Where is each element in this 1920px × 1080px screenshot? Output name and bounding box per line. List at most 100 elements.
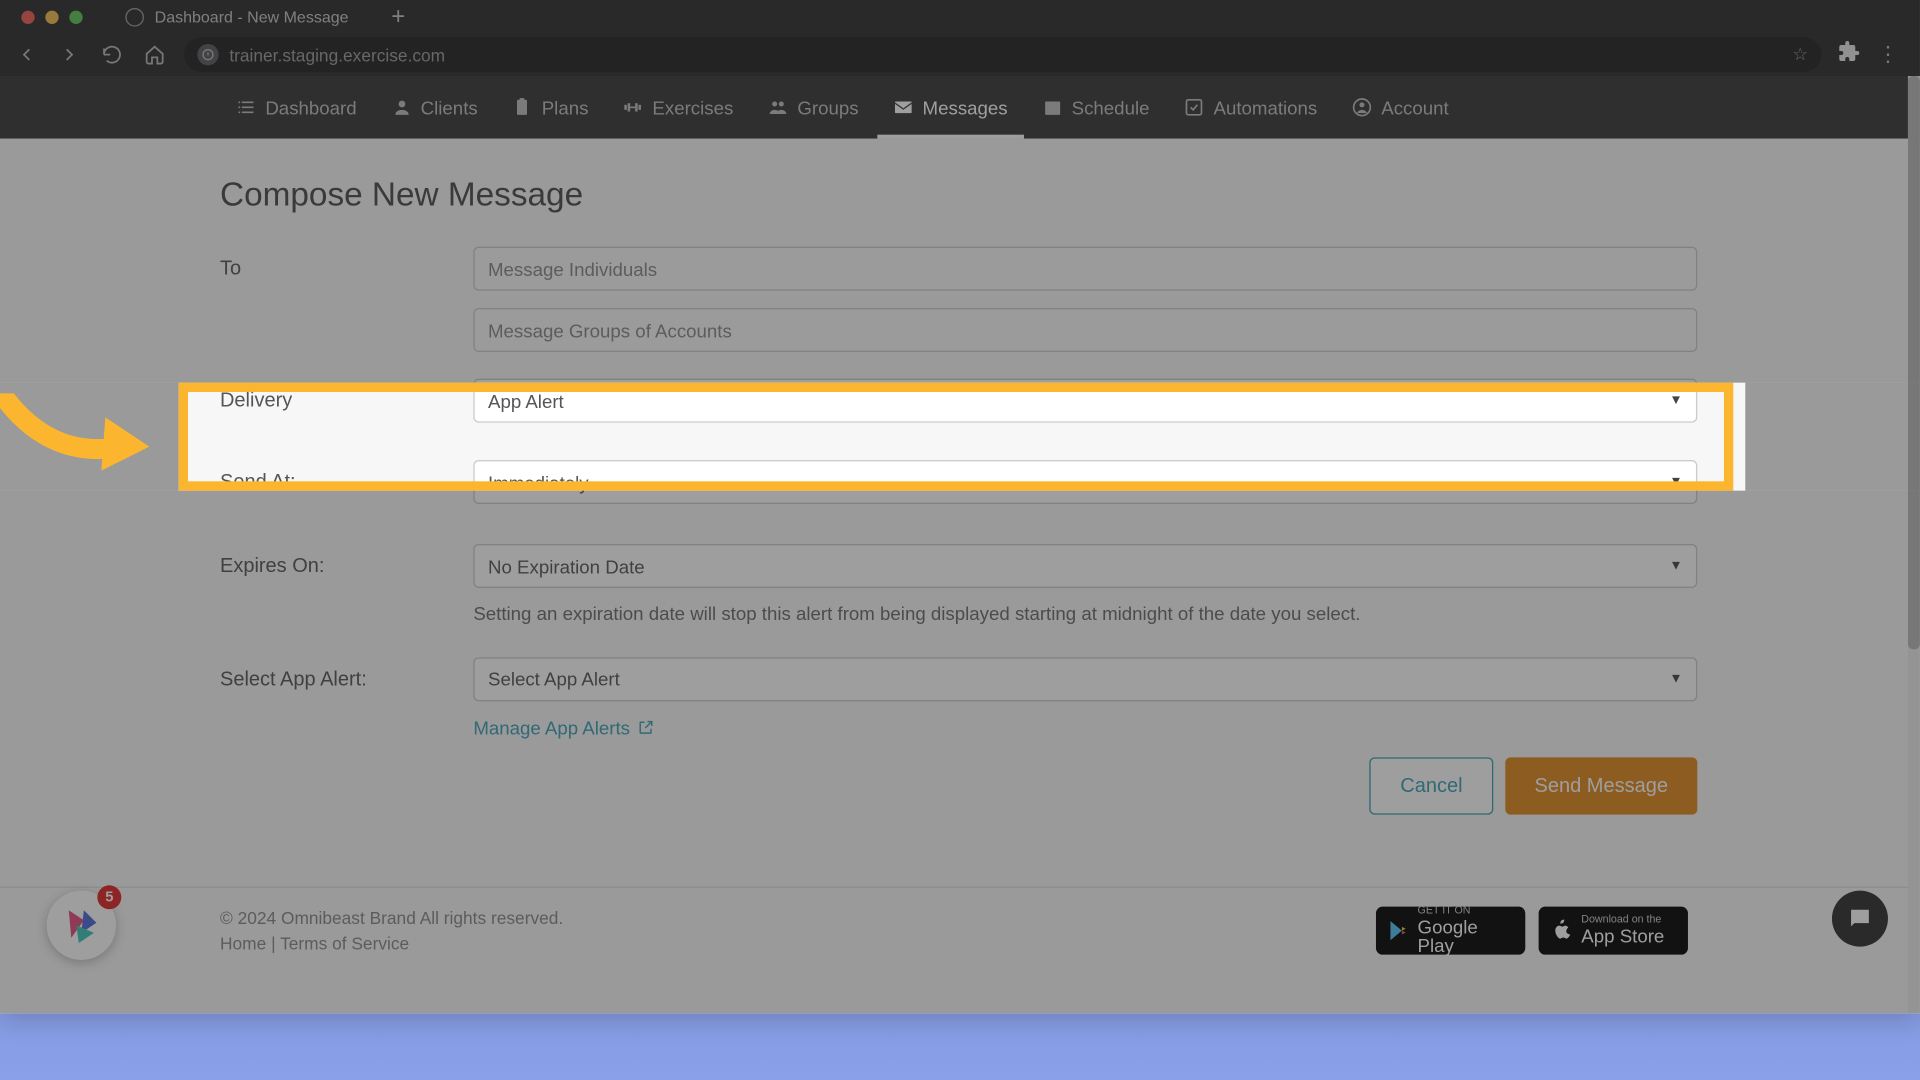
browser-tab[interactable]: Dashboard - New Message [107, 2, 368, 31]
calendar-icon [1042, 97, 1062, 117]
label-expires: Expires On: [220, 544, 473, 577]
swirl-icon [59, 903, 104, 948]
globe-icon [125, 7, 144, 26]
url-text: trainer.staging.exercise.com [229, 45, 445, 65]
clipboard-icon [512, 97, 532, 117]
app-alert-value: Select App Alert [488, 668, 620, 689]
home-button[interactable] [141, 41, 168, 68]
nav-groups[interactable]: Groups [752, 76, 875, 139]
nav-label: Clients [421, 97, 478, 118]
footer: © 2024 Omnibeast Brand All rights reserv… [0, 887, 1908, 974]
nav-label: Schedule [1072, 97, 1150, 118]
row-send-at: Send At: Immediately ▼ [220, 460, 1697, 504]
nav-exercises[interactable]: Exercises [607, 76, 749, 139]
nav-label: Account [1381, 97, 1448, 118]
send-at-select[interactable]: Immediately ▼ [473, 460, 1697, 504]
link-text: Manage App Alerts [473, 717, 630, 738]
form-container: Compose New Message To Message Individua… [220, 139, 1697, 814]
label-to: To [220, 247, 473, 280]
browser-chrome: Dashboard - New Message + trainer.stagin… [0, 0, 1920, 76]
manage-alerts-link[interactable]: Manage App Alerts [473, 717, 654, 738]
nav-plans[interactable]: Plans [496, 76, 604, 139]
menu-icon[interactable]: ⋮ [1877, 41, 1898, 68]
nav-account[interactable]: Account [1336, 76, 1465, 139]
footer-tos-link[interactable]: Terms of Service [280, 933, 409, 953]
chevron-down-icon: ▼ [1669, 671, 1682, 686]
user-icon [391, 97, 411, 117]
expires-value: No Expiration Date [488, 555, 645, 576]
row-select-alert: Select App Alert: Select App Alert ▼ Man… [220, 657, 1697, 814]
badge-large-text: Google Play [1418, 917, 1515, 956]
site-info-icon [197, 44, 218, 65]
google-play-badge[interactable]: GET IT ON Google Play [1376, 907, 1525, 955]
close-window-button[interactable] [21, 10, 34, 23]
cancel-button[interactable]: Cancel [1370, 757, 1494, 814]
row-to: To Message Individuals Message Groups of… [220, 247, 1697, 352]
footer-left: © 2024 Omnibeast Brand All rights reserv… [220, 905, 563, 957]
tab-title: Dashboard - New Message [155, 7, 349, 26]
label-delivery: Delivery [220, 379, 473, 412]
copyright-text: © 2024 Omnibeast Brand All rights reserv… [220, 905, 563, 931]
reload-button[interactable] [99, 41, 126, 68]
chat-icon [1847, 905, 1874, 932]
label-send-at: Send At: [220, 460, 473, 493]
help-widget-button[interactable]: 5 [47, 891, 116, 960]
tab-strip: Dashboard - New Message + [0, 0, 1920, 33]
form-actions: Cancel Send Message [473, 757, 1697, 814]
dumbbell-icon [623, 97, 643, 117]
delivery-select[interactable]: App Alert ▼ [473, 379, 1697, 423]
nav-schedule[interactable]: Schedule [1026, 76, 1165, 139]
chevron-down-icon: ▼ [1669, 475, 1682, 490]
nav-label: Messages [923, 97, 1008, 118]
app-alert-select[interactable]: Select App Alert ▼ [473, 657, 1697, 701]
footer-home-link[interactable]: Home [220, 933, 266, 953]
nav-dashboard[interactable]: Dashboard [220, 76, 373, 139]
store-badges: GET IT ON Google Play Download on the Ap… [1376, 907, 1688, 955]
nav-label: Automations [1213, 97, 1317, 118]
back-button[interactable] [13, 41, 40, 68]
address-row: trainer.staging.exercise.com ☆ ⋮ [0, 33, 1920, 76]
envelope-icon [893, 97, 913, 117]
row-expires: Expires On: No Expiration Date ▼ Setting… [220, 544, 1697, 627]
label-select-alert: Select App Alert: [220, 657, 473, 690]
group-icon [768, 97, 788, 117]
toolbar-right: ⋮ [1837, 39, 1906, 70]
account-icon [1352, 97, 1372, 117]
maximize-window-button[interactable] [69, 10, 82, 23]
app-store-badge[interactable]: Download on the App Store [1539, 907, 1688, 955]
check-square-icon [1184, 97, 1204, 117]
bookmark-star-icon[interactable]: ☆ [1792, 44, 1808, 65]
expires-select[interactable]: No Expiration Date ▼ [473, 544, 1697, 588]
extensions-icon[interactable] [1837, 39, 1861, 70]
window-controls [11, 10, 94, 23]
nav-automations[interactable]: Automations [1168, 76, 1333, 139]
to-groups-input[interactable]: Message Groups of Accounts [473, 308, 1697, 352]
badge-large-text: App Store [1581, 926, 1664, 946]
scrollbar-thumb[interactable] [1908, 76, 1920, 649]
page-title: Compose New Message [220, 176, 1697, 215]
send-message-button[interactable]: Send Message [1505, 757, 1697, 814]
row-delivery: Delivery App Alert ▼ [220, 379, 1697, 423]
chevron-down-icon: ▼ [1669, 393, 1682, 408]
google-play-icon [1387, 919, 1410, 943]
nav-messages[interactable]: Messages [877, 76, 1023, 139]
intercom-chat-button[interactable] [1832, 891, 1888, 947]
forward-button[interactable] [56, 41, 83, 68]
to-individuals-input[interactable]: Message Individuals [473, 247, 1697, 291]
nav-label: Plans [542, 97, 589, 118]
nav-label: Exercises [652, 97, 733, 118]
apple-icon [1549, 919, 1573, 943]
minimize-window-button[interactable] [45, 10, 58, 23]
scrollbar[interactable] [1908, 76, 1920, 1013]
notification-count-badge: 5 [97, 885, 121, 909]
address-bar[interactable]: trainer.staging.exercise.com ☆ [184, 37, 1821, 72]
app-nav: Dashboard Clients Plans Exercises Groups… [0, 76, 1920, 139]
new-tab-button[interactable]: + [391, 3, 405, 31]
chevron-down-icon: ▼ [1669, 559, 1682, 574]
nav-label: Dashboard [265, 97, 356, 118]
external-link-icon [637, 719, 654, 736]
list-icon [236, 97, 256, 117]
delivery-value: App Alert [488, 390, 564, 411]
nav-clients[interactable]: Clients [375, 76, 493, 139]
page-body: Compose New Message To Message Individua… [0, 139, 1908, 1014]
